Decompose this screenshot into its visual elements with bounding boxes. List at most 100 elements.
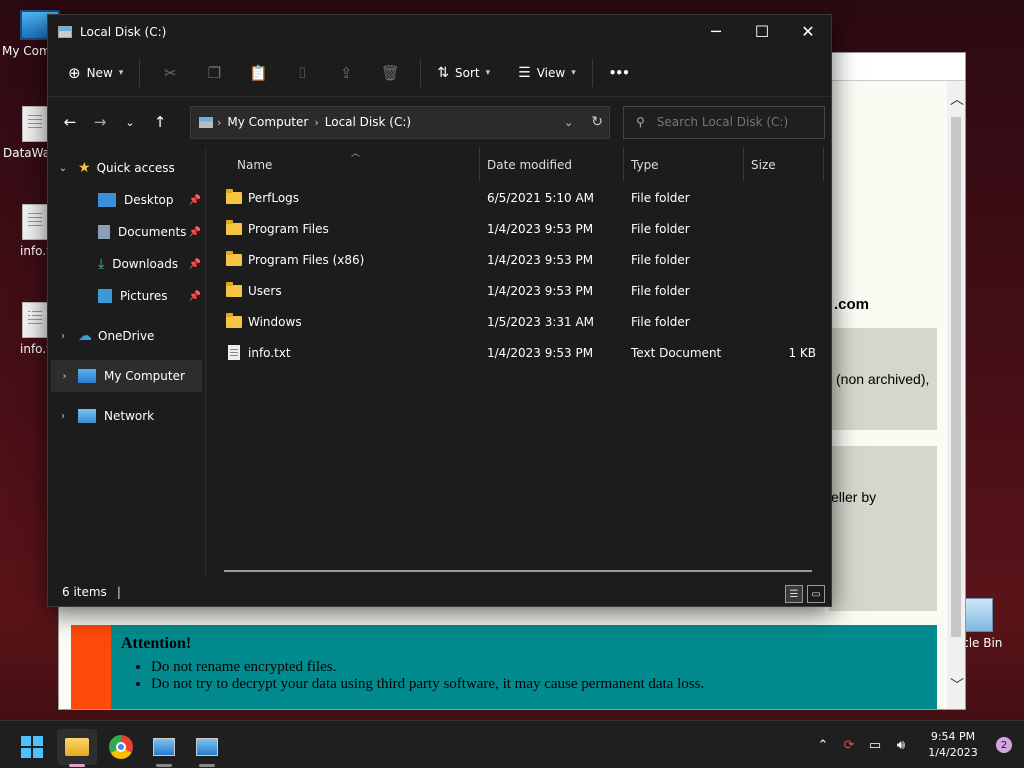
file-date: 6/5/2021 5:10 AM [487,190,595,205]
volume-icon[interactable]: 🔊︎ [888,738,914,753]
network-icon[interactable]: ▭ [862,738,888,753]
details-view-icon[interactable]: ☰ [785,585,803,603]
paste-icon[interactable]: 📋 [246,61,270,85]
file-row[interactable]: info.txt 1/4/2023 9:53 PM Text Document … [206,337,831,368]
file-explorer-window[interactable]: Local Disk (C:) ─ ☐ ✕ ⊕ New ▾ ✂ ❐ 📋 ⌷ ⇪ … [47,14,832,607]
chevron-down-icon: ▾ [571,67,576,78]
notification-badge[interactable]: 2 [996,737,1012,753]
sort-button[interactable]: ⇅ Sort ▾ [429,59,498,87]
chevron-down-icon: ▾ [118,67,124,78]
scrollbar-thumb[interactable] [951,117,961,637]
chevron-right-icon[interactable]: › [51,371,78,382]
chevron-right-icon[interactable]: › [48,411,78,422]
share-icon[interactable]: ⇪ [334,61,358,85]
view-list-icon: ☰ [518,64,531,81]
file-type: Text Document [631,345,722,360]
nav-network[interactable]: › Network [48,400,205,432]
forward-button[interactable]: → [86,108,114,136]
address-bar[interactable]: › My Computer › Local Disk (C:) ⌄ ↻ [190,105,610,139]
status-bar: 6 items | ☰ ▭ [48,578,831,606]
column-name[interactable]: Name [206,148,480,181]
sort-ascending-icon: ︿ [351,149,361,159]
nav-pictures[interactable]: Pictures 📌 [48,280,205,312]
file-row[interactable]: Windows 1/5/2023 3:31 AM File folder [206,306,831,337]
refresh-icon[interactable]: ↻ [591,114,603,130]
delete-icon[interactable]: 🗑 [378,61,402,85]
rename-icon[interactable]: ⌷ [290,61,314,85]
close-button[interactable]: ✕ [785,15,831,47]
drive-icon [58,26,72,38]
tiles-view-icon[interactable]: ▭ [807,585,825,603]
horizontal-scrollbar[interactable] [224,570,812,572]
copy-icon[interactable]: ❐ [202,61,226,85]
folder-icon [226,219,242,235]
desktop-icon-label: info.t [20,342,51,356]
title-bar[interactable]: Local Disk (C:) ─ ☐ ✕ [48,15,831,49]
folder-icon [226,312,242,328]
recent-locations-button[interactable]: ⌄ [116,108,144,136]
scroll-up-icon[interactable]: ︿ [950,89,964,109]
scroll-down-icon[interactable]: ﹀ [950,675,964,695]
nav-label: My Computer [104,369,185,383]
breadcrumb-local-disk[interactable]: Local Disk (C:) [325,115,411,129]
breadcrumb-my-computer[interactable]: My Computer [227,115,308,129]
nav-desktop[interactable]: Desktop 📌 [48,184,205,216]
taskbar-chrome[interactable] [101,729,141,765]
file-date: 1/4/2023 9:53 PM [487,252,594,267]
pin-icon[interactable]: 📌 [189,227,201,238]
chrome-icon [109,735,133,759]
file-type: File folder [631,221,690,236]
view-button[interactable]: ☰ View ▾ [510,59,584,87]
windows-logo-icon [21,736,43,758]
nav-quick-access[interactable]: ⌄ ★ Quick access [48,152,205,184]
minimize-button[interactable]: ─ [693,15,739,47]
taskbar-app-window-2[interactable] [187,729,227,767]
chevron-right-icon[interactable]: › [48,331,78,342]
address-dropdown-icon[interactable]: ⌄ [564,116,573,129]
file-row[interactable]: Users 1/4/2023 9:53 PM File folder [206,275,831,306]
desktop-icon [98,193,116,207]
clock[interactable]: 9:54 PM 1/4/2023 [918,729,988,761]
app-window-icon [153,738,175,756]
pin-icon[interactable]: 📌 [189,291,201,302]
file-row[interactable]: Program Files 1/4/2023 9:53 PM File fold… [206,213,831,244]
up-button[interactable]: ↑ [146,108,174,136]
start-button[interactable] [12,729,52,765]
column-size[interactable]: Size [744,148,824,181]
taskbar-file-explorer[interactable] [57,729,97,767]
pin-icon[interactable]: 📌 [189,259,201,270]
search-input[interactable] [656,115,807,129]
nav-my-computer[interactable]: › My Computer [51,360,202,392]
text-file-icon [22,204,48,240]
maximize-button[interactable]: ☐ [739,15,785,47]
more-options-button[interactable]: ••• [601,60,637,86]
search-icon: ⚲ [636,115,645,129]
file-date: 1/4/2023 9:53 PM [487,221,594,236]
file-row[interactable]: PerfLogs 6/5/2021 5:10 AM File folder [206,182,831,213]
navigation-pane: ⌄ ★ Quick access Desktop 📌 Documents 📌 ⤓… [48,148,206,578]
cut-icon[interactable]: ✂ [158,61,182,85]
file-name: PerfLogs [248,190,300,205]
new-button-label: New [86,65,113,80]
search-box[interactable]: ⚲ [623,105,825,139]
nav-downloads[interactable]: ⤓ Downloads 📌 [48,248,205,280]
running-indicator [199,764,215,767]
file-name: Program Files (x86) [248,252,365,267]
new-button[interactable]: ⊕ New ▾ [60,58,131,88]
nav-documents[interactable]: Documents 📌 [48,216,205,248]
chevron-down-icon[interactable]: ⌄ [48,163,78,174]
file-name: Windows [248,314,302,329]
file-type: File folder [631,190,690,205]
show-hidden-icons-icon[interactable]: ⌃ [810,738,836,753]
more-icon: ••• [608,65,630,80]
column-date-modified[interactable]: Date modified [480,148,624,181]
taskbar-app-window-1[interactable] [144,729,184,767]
network-sync-icon[interactable]: ⟳ [836,738,862,753]
column-type[interactable]: Type [624,148,744,181]
back-button[interactable]: ← [56,108,84,136]
file-row[interactable]: Program Files (x86) 1/4/2023 9:53 PM Fil… [206,244,831,275]
vertical-scrollbar[interactable]: ︿ ﹀ [947,81,965,709]
star-icon: ★ [78,160,91,176]
pin-icon[interactable]: 📌 [189,195,201,206]
nav-onedrive[interactable]: › ☁ OneDrive [48,320,205,352]
